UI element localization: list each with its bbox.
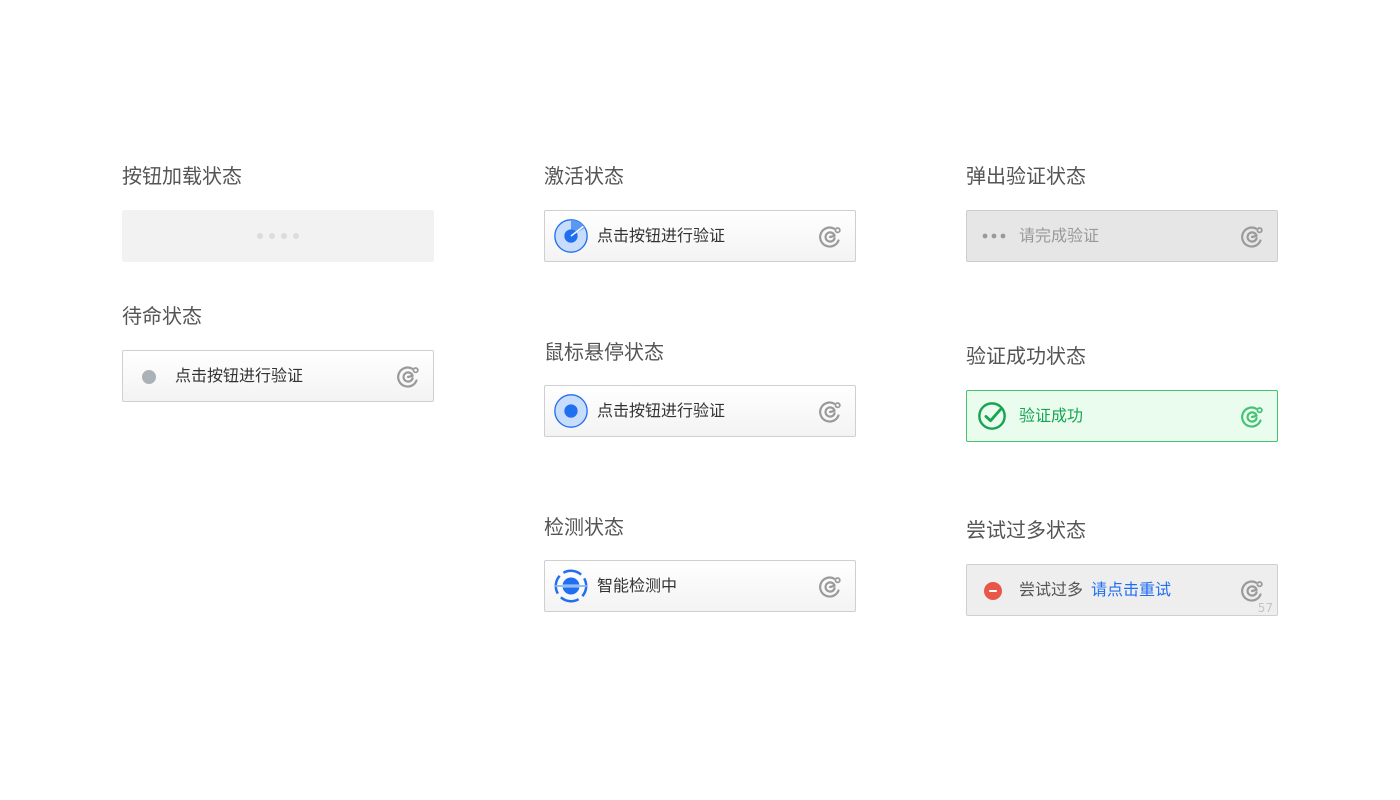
too-many-verify-button[interactable]: 尝试过多 请点击重试 57: [966, 564, 1278, 616]
captcha-logo-icon: [819, 576, 841, 598]
retry-link[interactable]: 请点击重试: [1091, 580, 1171, 599]
captcha-logo-icon: [819, 401, 841, 423]
loading-state-title: 按钮加载状态: [122, 164, 242, 188]
active-verify-button[interactable]: 点击按钮进行验证: [544, 210, 856, 262]
minus-circle-icon: [984, 582, 1002, 600]
too-many-state-title: 尝试过多状态: [966, 518, 1086, 542]
success-verify-button[interactable]: 验证成功: [966, 390, 1278, 442]
too-many-text: 尝试过多 请点击重试: [1019, 565, 1171, 615]
too-many-label: 尝试过多: [1019, 580, 1084, 599]
gray-dot-icon: [142, 370, 156, 384]
scanning-icon: [554, 569, 588, 603]
loading-dot: [257, 233, 263, 239]
popup-verify-button[interactable]: 请完成验证: [966, 210, 1278, 262]
captcha-logo-icon: [397, 366, 419, 388]
verify-label: 点击按钮进行验证: [597, 226, 726, 245]
check-circle-icon: [978, 402, 1006, 430]
idle-state-title: 待命状态: [122, 304, 202, 328]
detecting-state-title: 检测状态: [544, 515, 624, 539]
popup-label: 请完成验证: [1019, 226, 1100, 245]
active-state-title: 激活状态: [544, 164, 624, 188]
corner-number: 57: [1257, 601, 1273, 615]
blue-radar-icon: [554, 219, 588, 253]
success-state-title: 验证成功状态: [966, 344, 1086, 368]
success-label: 验证成功: [1019, 406, 1084, 425]
verify-label: 点击按钮进行验证: [597, 401, 726, 420]
captcha-logo-icon: [1241, 226, 1263, 248]
idle-verify-button[interactable]: 点击按钮进行验证: [122, 350, 434, 402]
detecting-label: 智能检测中: [597, 576, 678, 595]
verify-label: 点击按钮进行验证: [175, 366, 304, 385]
hover-verify-button[interactable]: 点击按钮进行验证: [544, 385, 856, 437]
popup-state-title: 弹出验证状态: [966, 164, 1086, 188]
loading-dot: [269, 233, 275, 239]
dots-icon: [982, 233, 1006, 239]
blue-target-icon: [554, 394, 588, 428]
captcha-logo-icon: [819, 226, 841, 248]
captcha-logo-icon: [1241, 406, 1263, 428]
loading-dot: [281, 233, 287, 239]
loading-button[interactable]: [122, 210, 434, 262]
loading-dot: [293, 233, 299, 239]
detecting-verify-button[interactable]: 智能检测中: [544, 560, 856, 612]
hover-state-title: 鼠标悬停状态: [544, 340, 664, 364]
